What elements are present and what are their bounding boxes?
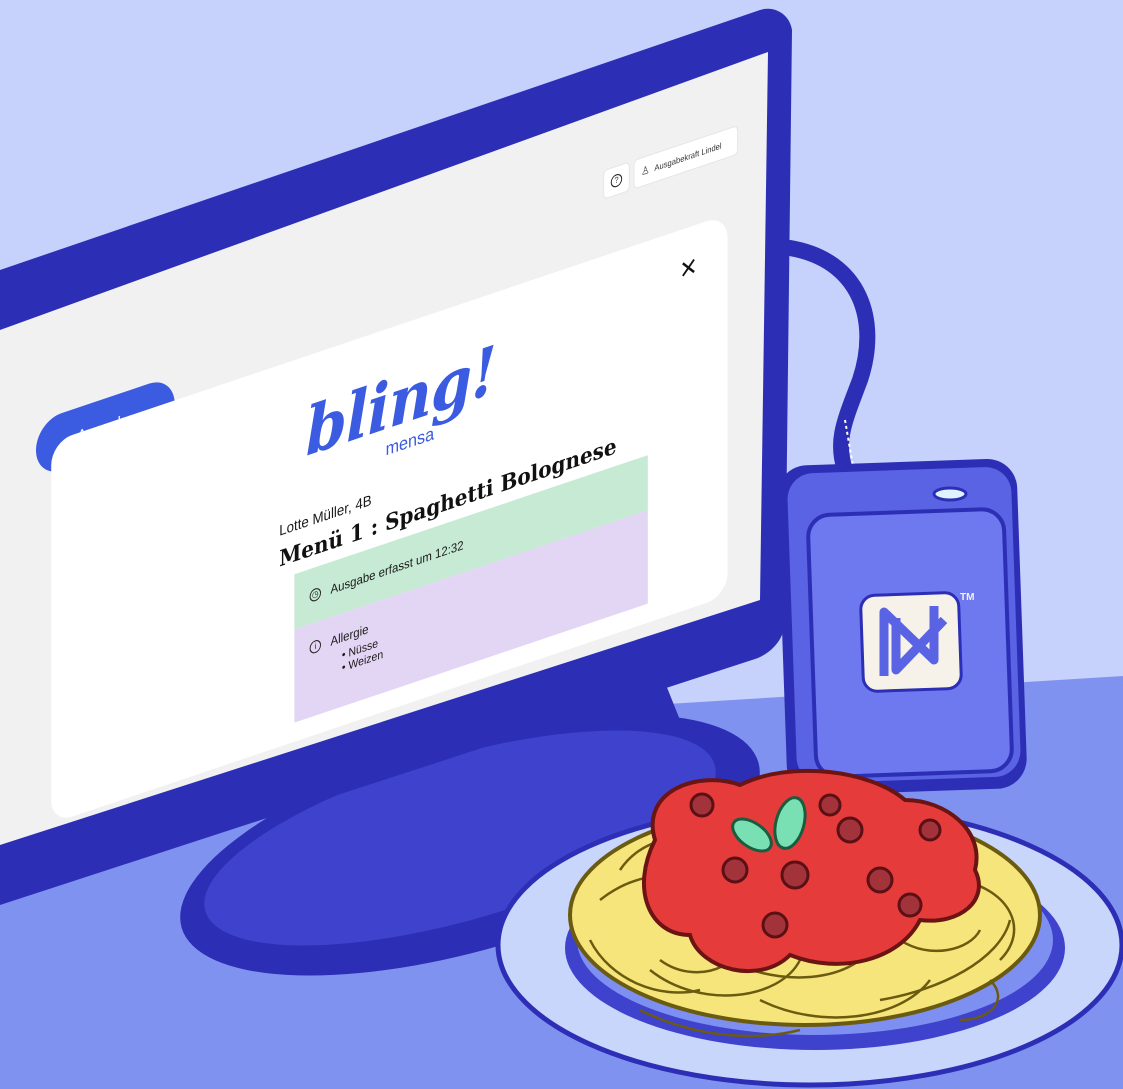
help-button[interactable]: ?: [604, 162, 629, 199]
nfc-icon: [859, 591, 963, 693]
monitor-cable: [782, 240, 876, 478]
info-circle-icon: i: [309, 638, 321, 655]
nfc-reader: [777, 458, 1027, 796]
user-icon: ♙: [641, 163, 650, 179]
illustration-scene: ? ♙ Ausgabekraft Lindel Ausgabe bling! m…: [0, 0, 1123, 1089]
nfc-trademark: TM: [960, 592, 975, 603]
question-circle-icon: ?: [610, 172, 623, 189]
user-name: Ausgabekraft Lindel: [654, 140, 722, 173]
close-icon[interactable]: ×: [680, 248, 697, 289]
clock-icon: ◷: [309, 586, 321, 604]
